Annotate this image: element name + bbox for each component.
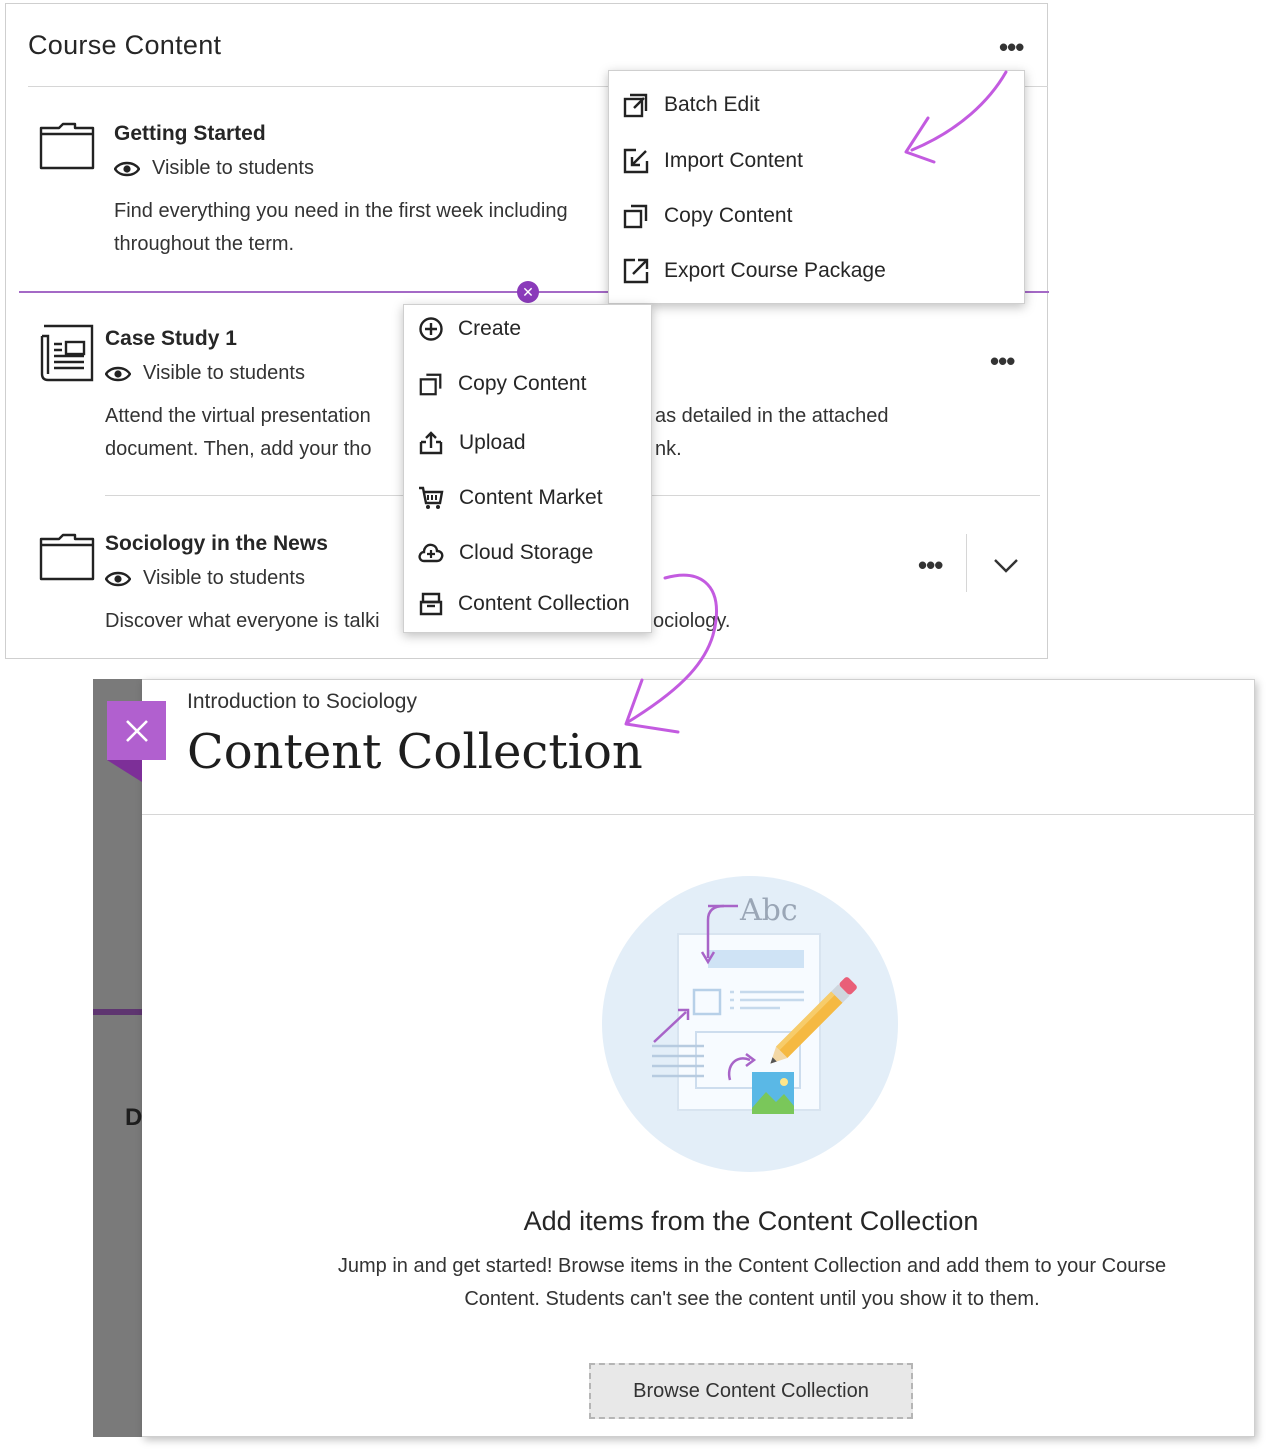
more-options-menu: Batch Edit Import Content Copy Content E… bbox=[608, 70, 1025, 304]
visibility-status[interactable]: Visible to students bbox=[105, 362, 305, 385]
menu-item-create[interactable]: Create bbox=[404, 316, 521, 342]
item-title-case-study[interactable]: Case Study 1 bbox=[105, 327, 237, 351]
illustration-text: Abc bbox=[739, 893, 798, 928]
cloud-icon bbox=[418, 543, 444, 563]
item-description-continued: ociology. bbox=[653, 610, 731, 632]
item-more-options-button[interactable]: ••• bbox=[990, 348, 1015, 374]
visibility-status[interactable]: Visible to students bbox=[105, 567, 305, 590]
archive-icon bbox=[419, 592, 443, 616]
document-icon bbox=[40, 324, 94, 382]
visibility-label: Visible to students bbox=[143, 362, 305, 384]
empty-state-text: Jump in and get started! Browse items in… bbox=[337, 1255, 1167, 1310]
background-letter: D bbox=[125, 1104, 143, 1131]
item-title-getting-started[interactable]: Getting Started bbox=[114, 122, 266, 146]
add-content-menu: Create Copy Content Upload Content Marke… bbox=[403, 304, 652, 633]
content-collection-panel: Introduction to Sociology Content Collec… bbox=[142, 679, 1255, 1437]
menu-item-batch-edit[interactable]: Batch Edit bbox=[609, 91, 760, 119]
divider bbox=[966, 534, 967, 592]
empty-state-title: Add items from the Content Collection bbox=[523, 1206, 979, 1236]
item-description: Attend the virtual presentation document… bbox=[105, 405, 372, 460]
export-icon bbox=[623, 258, 649, 284]
item-description: Find everything you need in the first we… bbox=[114, 200, 568, 255]
panel-title: Content Collection bbox=[187, 724, 643, 780]
cart-icon bbox=[419, 486, 444, 509]
upload-icon bbox=[419, 431, 443, 455]
plus-circle-icon bbox=[419, 317, 443, 341]
chevron-down-icon[interactable] bbox=[992, 557, 1020, 575]
folder-icon bbox=[39, 533, 95, 581]
batch-edit-icon bbox=[623, 93, 648, 118]
close-panel-button[interactable] bbox=[107, 701, 166, 760]
menu-item-copy-content[interactable]: Copy Content bbox=[609, 202, 792, 230]
menu-item-copy-content[interactable]: Copy Content bbox=[404, 371, 586, 397]
menu-item-cloud-storage[interactable]: Cloud Storage bbox=[404, 540, 593, 566]
panel-title: Course Content bbox=[28, 30, 222, 60]
background-accent-stripe bbox=[93, 1009, 143, 1015]
copy-icon bbox=[419, 373, 442, 396]
eye-icon bbox=[105, 571, 131, 586]
menu-item-content-market[interactable]: Content Market bbox=[404, 485, 603, 511]
eye-icon bbox=[105, 366, 131, 381]
menu-item-content-collection[interactable]: Content Collection bbox=[404, 591, 630, 617]
import-icon bbox=[623, 148, 649, 174]
item-title-sociology-news[interactable]: Sociology in the News bbox=[105, 532, 328, 556]
visibility-label: Visible to students bbox=[152, 157, 314, 179]
visibility-status[interactable]: Visible to students bbox=[114, 157, 314, 180]
close-button-tab bbox=[107, 760, 142, 782]
close-add-menu-button[interactable]: ✕ bbox=[517, 281, 539, 303]
eye-icon bbox=[114, 161, 140, 176]
folder-icon bbox=[39, 122, 95, 170]
item-description-continued: as detailed in the attached nk. bbox=[655, 405, 889, 460]
item-more-options-button[interactable]: ••• bbox=[918, 552, 943, 578]
menu-item-export-course-package[interactable]: Export Course Package bbox=[609, 257, 886, 285]
divider bbox=[142, 814, 1255, 815]
menu-item-import-content[interactable]: Import Content bbox=[609, 147, 803, 175]
content-collection-illustration: Abc bbox=[602, 876, 898, 1172]
copy-icon bbox=[623, 204, 648, 229]
menu-item-upload[interactable]: Upload bbox=[404, 430, 526, 456]
background-page: D bbox=[93, 679, 143, 1437]
browse-content-collection-button[interactable]: Browse Content Collection bbox=[589, 1363, 913, 1419]
more-options-button[interactable]: ••• bbox=[999, 34, 1024, 60]
close-icon bbox=[125, 719, 148, 742]
visibility-label: Visible to students bbox=[143, 567, 305, 589]
item-description: Discover what everyone is talki bbox=[105, 610, 380, 632]
course-name: Introduction to Sociology bbox=[187, 690, 417, 713]
